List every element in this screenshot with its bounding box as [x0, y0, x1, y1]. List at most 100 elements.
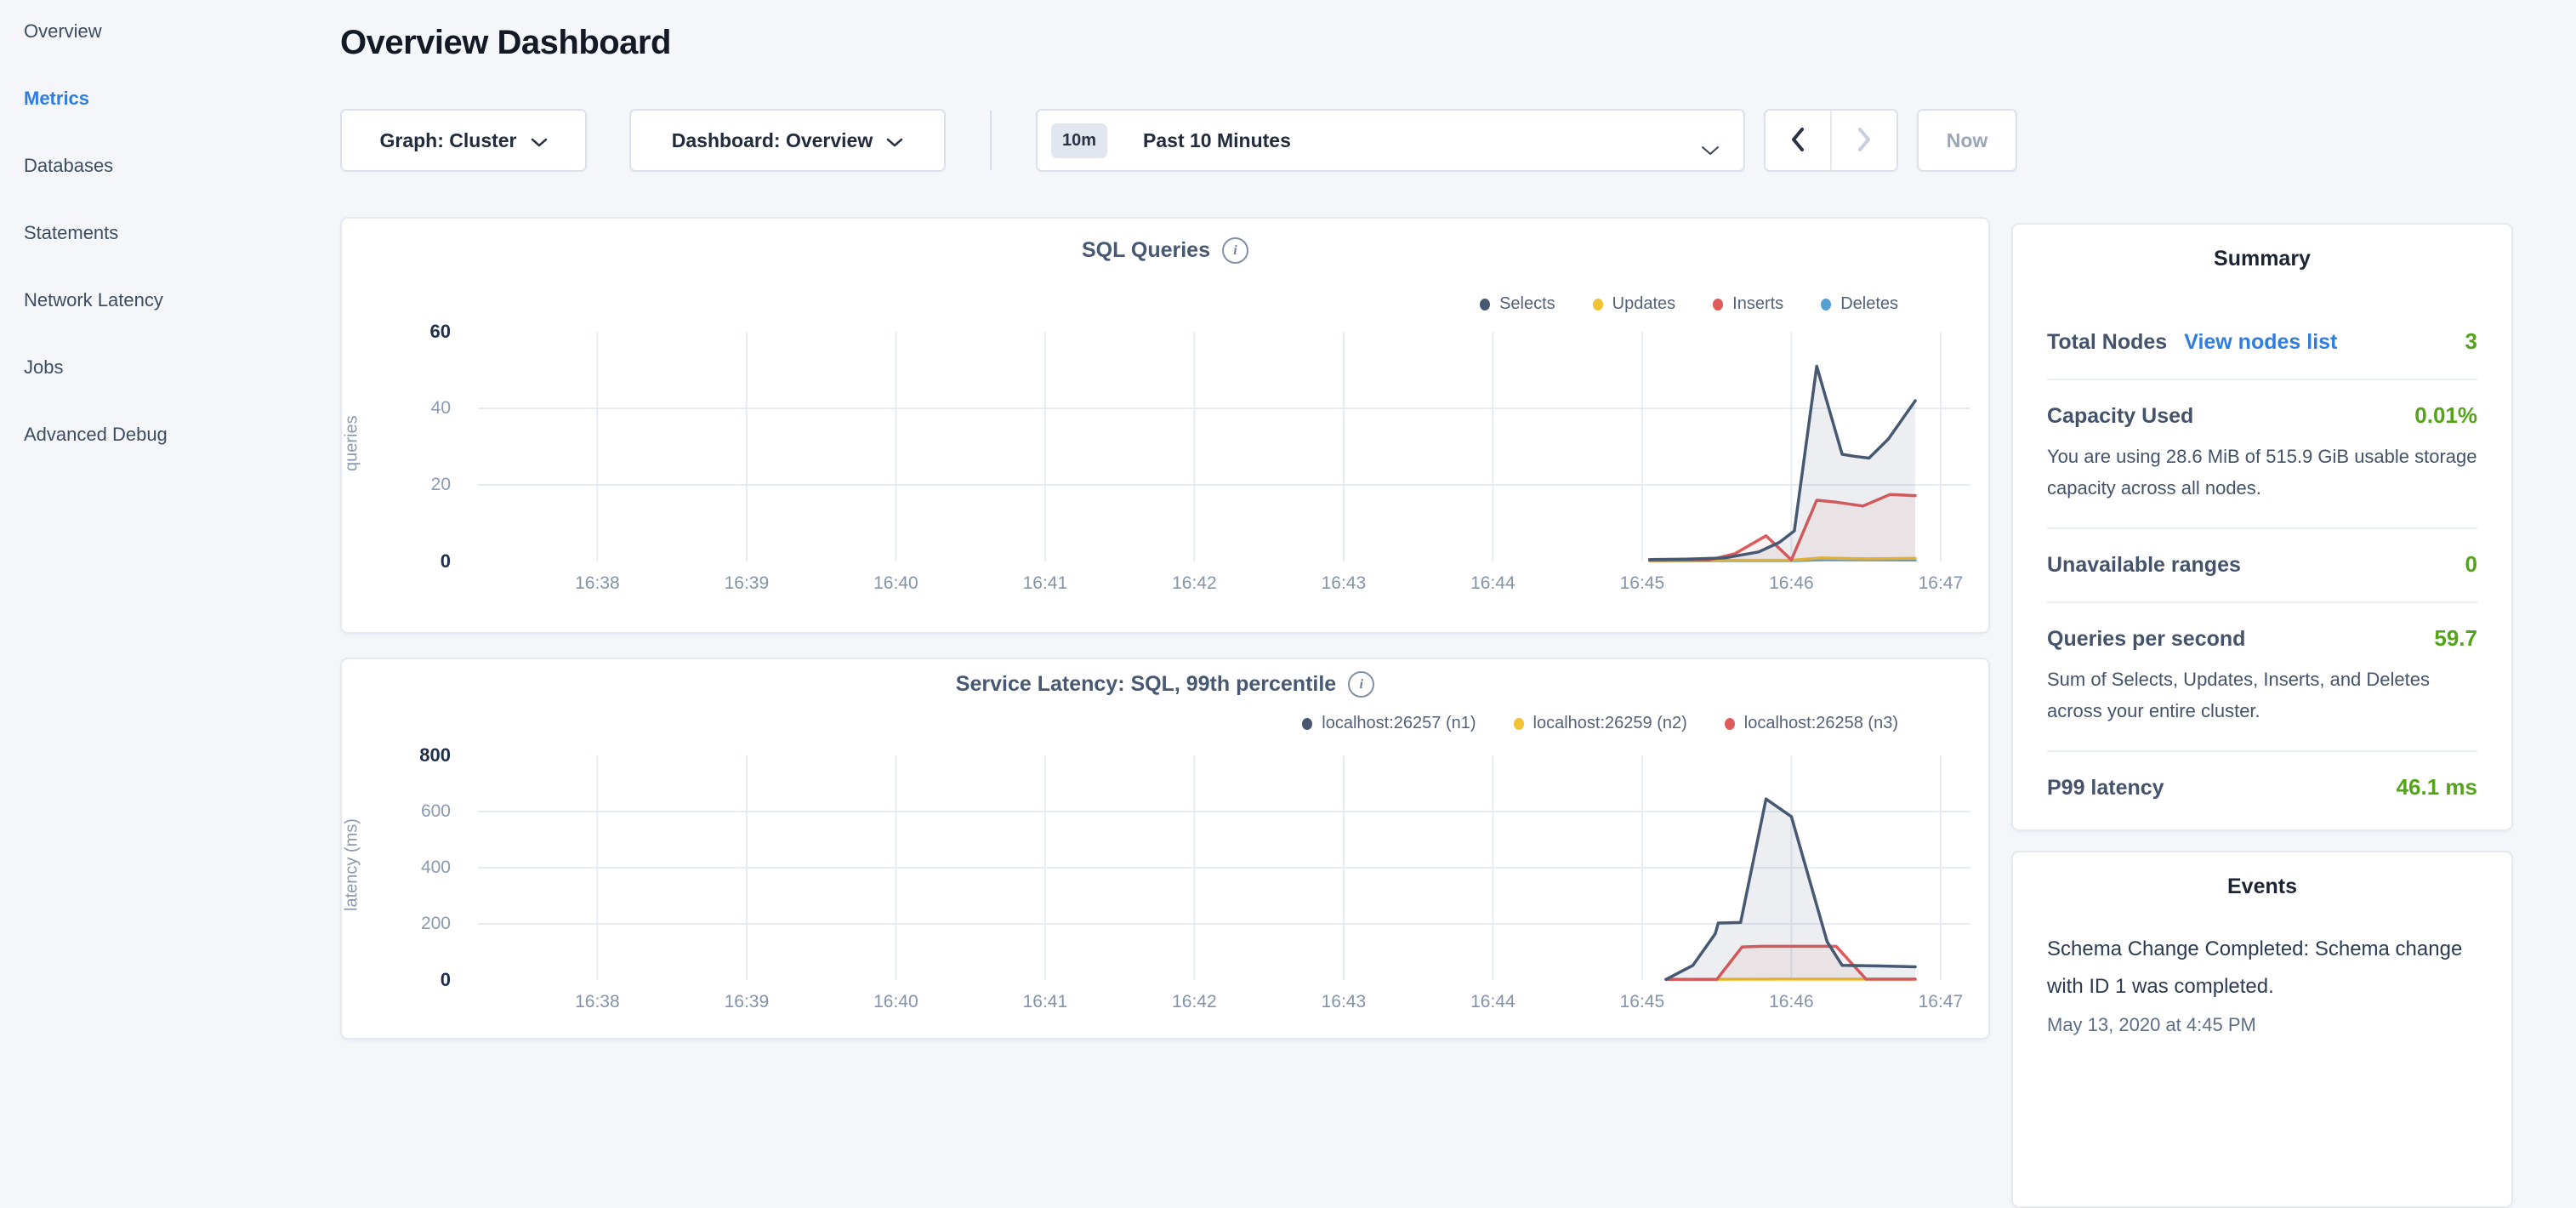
legend-dot-icon [1480, 299, 1490, 311]
time-pager [1764, 109, 1898, 172]
legend-label: Inserts [1732, 294, 1783, 314]
sidebar-item-network-latency[interactable]: Network Latency [24, 288, 168, 312]
summary-panel: Summary Total NodesView nodes list3Capac… [2011, 223, 2513, 831]
legend-dot-icon [1514, 718, 1524, 730]
summary-row-value: 0.01% [2414, 402, 2477, 429]
chart-legend: Selects Updates Inserts Deletes [1480, 294, 1898, 314]
legend-label: localhost:26259 (n2) [1533, 714, 1687, 733]
x-axis-tick-label: 16:42 [1147, 573, 1241, 594]
dashboard-dropdown-label: Dashboard: Overview [672, 129, 873, 152]
legend-dot-icon [1725, 718, 1735, 730]
summary-row-value: 0 [2465, 551, 2477, 578]
chevron-left-icon [1790, 127, 1805, 155]
event-timestamp: May 13, 2020 at 4:45 PM [2047, 1014, 2477, 1036]
x-axis-tick-label: 16:47 [1894, 992, 1987, 1012]
service-latency-chart-card: Service Latency: SQL, 99th percentile i … [340, 658, 1990, 1040]
dashboard-dropdown[interactable]: Dashboard: Overview [629, 109, 946, 172]
y-axis-tick-label: 0 [370, 968, 451, 992]
legend-item-inserts: Inserts [1713, 294, 1783, 314]
x-axis-tick-label: 16:41 [998, 992, 1092, 1012]
legend-label: Updates [1612, 294, 1676, 314]
now-button[interactable]: Now [1917, 109, 2017, 172]
summary-row-value: 46.1 ms [2397, 774, 2477, 801]
legend-item-localhost-26259-n2-: localhost:26259 (n2) [1514, 714, 1687, 733]
x-axis-tick-label: 16:43 [1297, 573, 1390, 594]
x-axis-tick-label: 16:45 [1595, 992, 1689, 1012]
sidebar-item-overview[interactable]: Overview [24, 20, 168, 43]
page-title: Overview Dashboard [340, 22, 671, 63]
y-axis-tick-label: 20 [370, 473, 451, 497]
summary-row-capacity-used: Capacity Used0.01%You are using 28.6 MiB… [2047, 379, 2477, 527]
chart-title-row: SQL Queries i [342, 237, 1988, 264]
legend-dot-icon [1713, 299, 1723, 311]
x-axis-tick-label: 16:45 [1595, 573, 1689, 594]
legend-dot-icon [1821, 299, 1831, 311]
legend-item-localhost-26257-n1-: localhost:26257 (n1) [1302, 714, 1476, 733]
summary-row-p99-latency: P99 latency 46.1 ms [2047, 750, 2477, 824]
summary-row-description: Sum of Selects, Updates, Inserts, and De… [2047, 664, 2477, 727]
summary-row-queries-per-second: Queries per second 59.7 Sum of Selects, Up… [2047, 601, 2477, 750]
x-axis-tick-label: 16:46 [1744, 573, 1838, 594]
event-item: Schema Change Completed: Schema change w… [2047, 931, 2477, 1036]
chevron-down-icon [886, 129, 903, 152]
info-icon[interactable]: i [1222, 237, 1248, 264]
time-window-badge: 10m [1051, 123, 1107, 158]
events-panel-title: Events [2013, 875, 2511, 899]
legend-dot-icon [1302, 718, 1312, 730]
x-axis-tick-label: 16:42 [1147, 992, 1241, 1012]
time-back-button[interactable] [1766, 111, 1830, 170]
view-nodes-list-link[interactable]: View nodes list [2184, 330, 2337, 355]
info-icon[interactable]: i [1348, 671, 1374, 698]
summary-row-unavailable-ranges: Unavailable ranges 0 [2047, 527, 2477, 601]
summary-row-label: Queries per second [2047, 627, 2245, 652]
y-axis-tick-label: 60 [370, 320, 451, 344]
x-axis-tick-label: 16:39 [700, 573, 793, 594]
x-axis-tick-label: 16:44 [1446, 573, 1539, 594]
sidebar-item-advanced-debug[interactable]: Advanced Debug [24, 423, 168, 447]
summary-row-label: P99 latency [2047, 776, 2164, 801]
legend-item-localhost-26258-n3-: localhost:26258 (n3) [1725, 714, 1898, 733]
sidebar-item-jobs[interactable]: Jobs [24, 356, 168, 379]
events-list: Schema Change Completed: Schema change w… [2047, 931, 2477, 1036]
chart-plot-area[interactable]: latency (ms) 020040060080016:3816:3916:4… [478, 750, 1970, 1031]
x-axis-tick-label: 16:40 [849, 573, 942, 594]
x-axis-tick-label: 16:40 [849, 992, 942, 1012]
legend-item-deletes: Deletes [1821, 294, 1898, 314]
graph-scope-dropdown-label: Graph: Cluster [379, 129, 516, 152]
legend-label: localhost:26258 (n3) [1744, 714, 1898, 733]
sidebar: Overview Metrics Databases Statements Networ… [0, 0, 323, 1051]
summary-row-value: 59.7 [2434, 625, 2477, 652]
summary-row-label: Unavailable ranges [2047, 553, 2241, 578]
y-axis-tick-label: 200 [370, 912, 451, 936]
y-axis-tick-label: 40 [370, 396, 451, 420]
toolbar-divider [990, 111, 992, 170]
x-axis-tick-label: 16:39 [700, 992, 793, 1012]
event-text: Schema Change Completed: Schema change w… [2047, 931, 2477, 1006]
legend-item-updates: Updates [1593, 294, 1676, 314]
sidebar-item-metrics[interactable]: Metrics [24, 87, 168, 111]
legend-item-selects: Selects [1480, 294, 1555, 314]
sidebar-item-databases[interactable]: Databases [24, 154, 168, 178]
x-axis-tick-label: 16:43 [1297, 992, 1390, 1012]
time-forward-button[interactable] [1830, 111, 1896, 170]
sql-queries-chart-card: SQL Queries i Selects Updates Inserts Delet… [340, 217, 1990, 634]
chevron-down-icon [531, 129, 548, 152]
legend-label: Selects [1499, 294, 1555, 314]
y-axis-unit-label: queries [339, 325, 365, 561]
y-axis-tick-label: 600 [370, 800, 451, 823]
time-window-label: Past 10 Minutes [1143, 129, 1291, 152]
time-window-dropdown[interactable]: 10m Past 10 Minutes [1036, 109, 1745, 172]
chart-plot-area[interactable]: queries 020406016:3816:3916:4016:4116:42… [478, 325, 1970, 606]
x-axis-tick-label: 16:46 [1744, 992, 1838, 1012]
sidebar-nav-list: Overview Metrics Databases Statements Networ… [24, 20, 168, 490]
legend-dot-icon [1593, 299, 1603, 311]
y-axis-tick-label: 0 [370, 550, 451, 573]
chart-title: SQL Queries [1082, 238, 1210, 263]
sidebar-item-statements[interactable]: Statements [24, 221, 168, 245]
summary-rows: Total NodesView nodes list3Capacity Used… [2047, 306, 2477, 824]
graph-scope-dropdown[interactable]: Graph: Cluster [340, 109, 587, 172]
summary-row-label: Total Nodes [2047, 330, 2167, 355]
legend-label: Deletes [1840, 294, 1898, 314]
x-axis-tick-label: 16:44 [1446, 992, 1539, 1012]
x-axis-tick-label: 16:41 [998, 573, 1092, 594]
